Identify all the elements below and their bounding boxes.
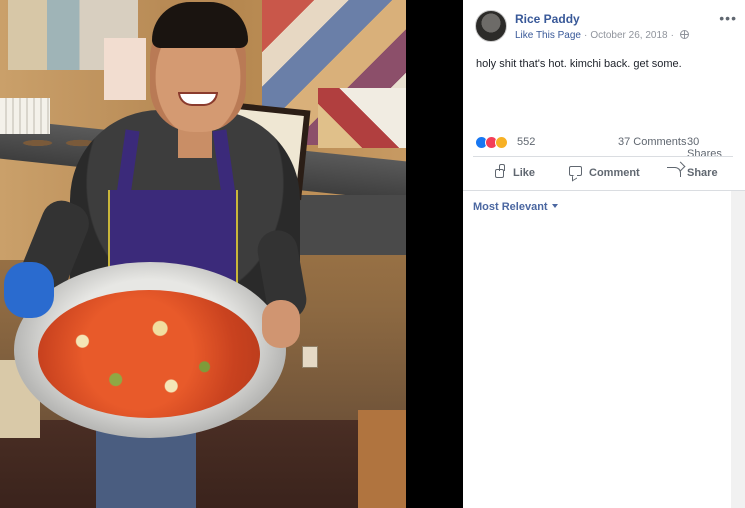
share-label: Share — [687, 167, 718, 179]
post-photo[interactable] — [0, 0, 406, 508]
post-header: Rice Paddy Like This Page · October 26, 20… — [475, 10, 737, 44]
reactions-bar: 552 37 Comments 30 Shares — [475, 135, 733, 160]
comment-bubble-icon — [569, 166, 583, 178]
post-panel: Rice Paddy Like This Page · October 26, 20… — [463, 0, 745, 508]
post-actions: Like Comment Share — [473, 160, 733, 186]
comment-label: Comment — [589, 167, 640, 179]
more-options-button[interactable]: ••• — [719, 10, 737, 26]
comment-button[interactable]: Comment — [569, 164, 640, 182]
divider — [473, 156, 733, 157]
comments-count[interactable]: 37 Comments — [618, 136, 686, 148]
post-text: holy shit that's hot. kimchi back. get s… — [476, 58, 682, 70]
scrollbar[interactable] — [731, 191, 745, 508]
post-date[interactable]: October 26, 2018 — [590, 30, 667, 41]
page-name-link[interactable]: Rice Paddy — [515, 12, 580, 26]
separator: · — [670, 30, 674, 41]
avatar[interactable] — [475, 10, 507, 42]
thumbs-up-icon — [493, 164, 507, 178]
share-button[interactable]: Share — [667, 164, 718, 182]
like-page-link[interactable]: Like This Page — [515, 30, 581, 41]
like-label: Like — [513, 167, 536, 179]
separator: · — [583, 30, 588, 41]
share-arrow-icon — [667, 166, 681, 178]
globe-icon — [679, 30, 689, 39]
haha-reaction-icon — [495, 136, 508, 149]
caret-down-icon — [551, 204, 558, 208]
like-button[interactable]: Like — [493, 164, 535, 182]
reaction-count[interactable]: 552 — [517, 136, 535, 148]
comments-section: Most Relevant — [463, 191, 745, 508]
post-meta: Like This Page · October 26, 2018 · — [515, 30, 689, 41]
comment-sort-dropdown[interactable]: Most Relevant — [473, 201, 558, 213]
comment-sort-label: Most Relevant — [473, 201, 548, 213]
photo-viewer — [0, 0, 463, 508]
reaction-icons[interactable] — [475, 136, 513, 150]
